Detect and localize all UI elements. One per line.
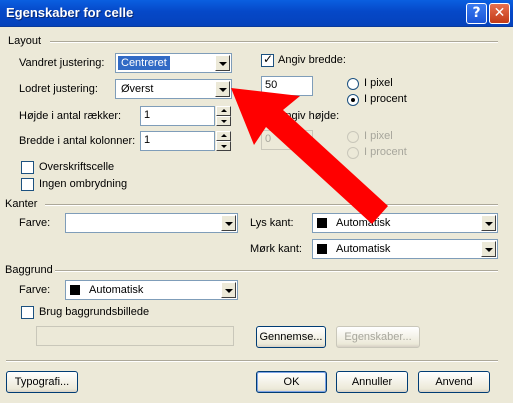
cell-properties-dialog: Egenskaber for celle ? ✕ Layout Vandret …	[0, 0, 513, 403]
arrow-icon	[231, 88, 388, 224]
red-arrow-annotation	[231, 88, 388, 224]
